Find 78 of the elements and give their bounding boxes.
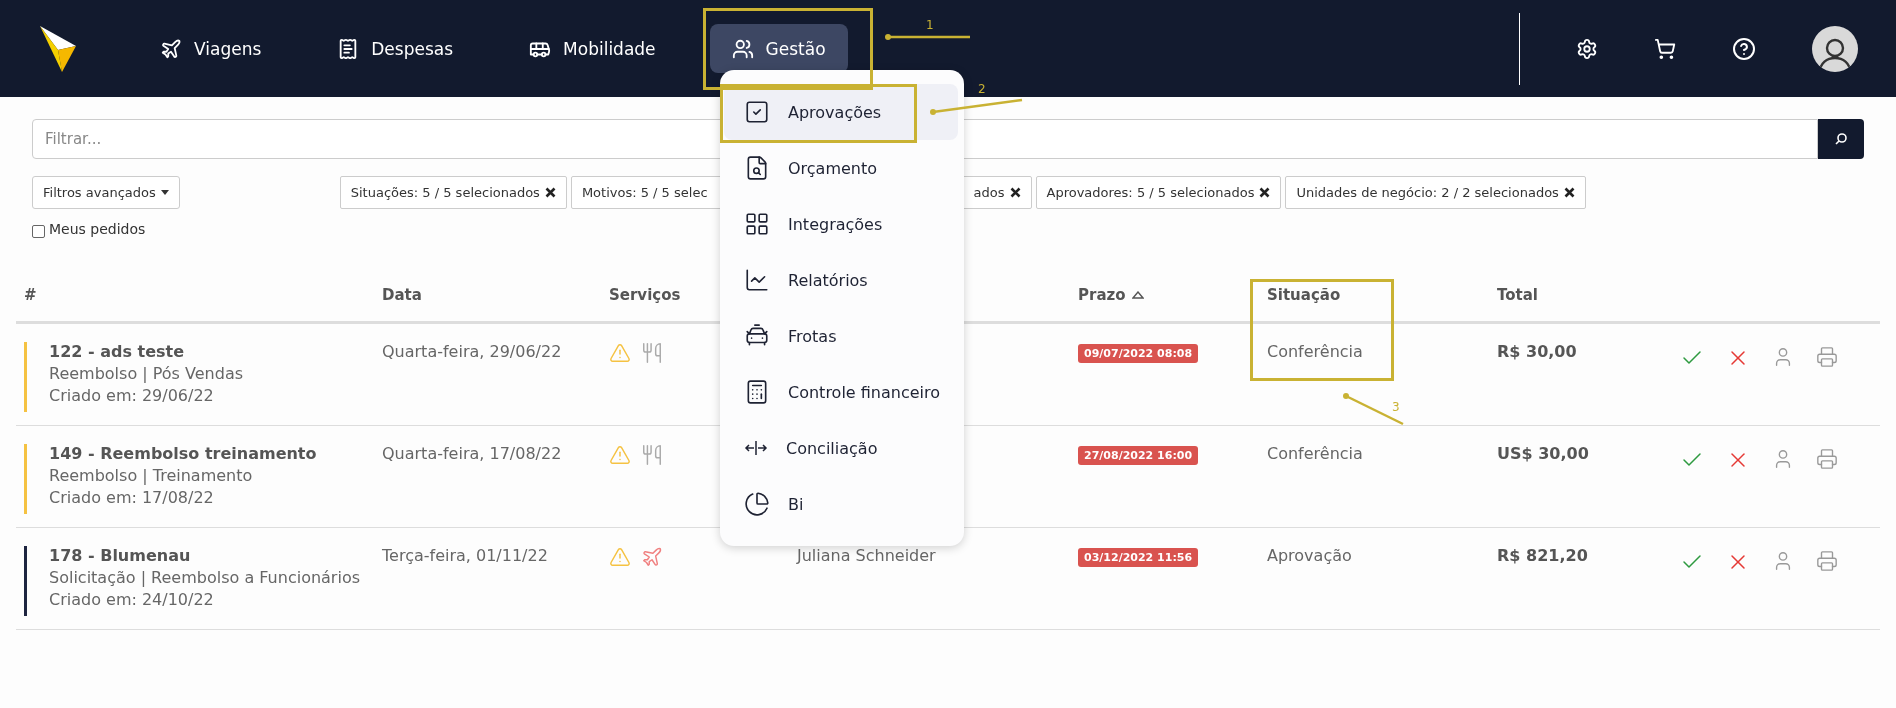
request-title: 122 - ads teste [49, 342, 186, 361]
logo-icon[interactable] [38, 23, 78, 74]
close-icon [1259, 187, 1271, 198]
warning-icon [609, 444, 631, 466]
status-cell: Conferência [1267, 444, 1363, 463]
plane-icon [160, 37, 182, 60]
column-header: Serviços [609, 285, 682, 304]
line-chart-icon [744, 267, 770, 293]
cutlery-icon [641, 444, 663, 466]
grid-icon [744, 211, 770, 237]
total-cell: R$ 30,00 [1497, 342, 1577, 361]
request-title: 178 - Blumenau [49, 546, 192, 565]
search-icon [1834, 132, 1848, 146]
deadline-badge: 09/07/2022 08:08 [1078, 344, 1199, 363]
avatar[interactable] [1812, 25, 1858, 72]
request-type: Solicitação | Reembolso a Funcionários [49, 568, 360, 587]
warning-icon [609, 342, 631, 364]
printer-icon [1816, 346, 1838, 368]
cart-icon [1654, 37, 1676, 60]
filter-chip[interactable]: Aprovadores: 5 / 5 selecionados [1035, 176, 1282, 209]
caret-icon [160, 190, 169, 195]
printer-icon [1816, 550, 1838, 572]
sort-icon[interactable] [1131, 290, 1144, 299]
checkbox-label: Meus pedidos [49, 220, 146, 237]
date-cell: Quarta-feira, 17/08/22 [382, 444, 562, 463]
total-cell: US$ 30,00 [1497, 444, 1589, 463]
close-icon [1563, 187, 1575, 198]
menu-item[interactable]: Relatórios [724, 252, 958, 308]
close-icon [544, 187, 556, 198]
search-button[interactable] [1818, 119, 1864, 159]
date-cell: Quarta-feira, 29/06/22 [382, 342, 562, 361]
cutlery-icon [641, 342, 663, 364]
plane-icon [641, 546, 663, 568]
menu-item[interactable]: Controle financeiro [724, 364, 958, 420]
total-cell: R$ 821,20 [1497, 546, 1588, 565]
print-button[interactable] [1816, 550, 1838, 572]
column-header: Data [382, 285, 423, 304]
menu-item[interactable]: Frotas [724, 308, 958, 364]
help-icon [1732, 36, 1756, 61]
created-date: Criado em: 29/06/22 [49, 386, 215, 405]
advanced-filters-button[interactable]: Filtros avançados [32, 176, 180, 209]
print-button[interactable] [1816, 448, 1838, 470]
request-title: 149 - Reembolso treinamento [49, 444, 317, 463]
close-icon [1009, 187, 1021, 198]
annotation-number: 1 [926, 18, 934, 32]
status-cell: Aprovação [1267, 546, 1352, 565]
users-icon [731, 37, 754, 60]
filter-chip[interactable]: Situações: 5 / 5 selecionados [339, 176, 567, 209]
checkbox-icon [744, 99, 770, 125]
pie-chart-icon [744, 491, 770, 517]
created-date: Criado em: 24/10/22 [49, 590, 215, 609]
printer-icon [1816, 448, 1838, 470]
created-date: Criado em: 17/08/22 [49, 488, 215, 507]
status-cell: Conferência [1267, 342, 1363, 361]
date-cell: Terça-feira, 01/11/22 [382, 546, 548, 565]
warning-icon [609, 546, 631, 568]
requester-cell: Juliana Schneider [797, 546, 936, 565]
print-button[interactable] [1816, 346, 1838, 368]
column-header: Situação [1267, 285, 1342, 304]
request-type: Reembolso | Pós Vendas [49, 364, 244, 383]
annotation-number: 2 [978, 82, 986, 96]
nav-tab[interactable]: Gestão [709, 24, 848, 73]
column-header: # [23, 285, 38, 304]
nav-tab[interactable]: Viagens [138, 24, 284, 73]
annotation-number: 3 [1392, 400, 1400, 414]
nav-tab[interactable]: Despesas [315, 24, 476, 73]
settings-icon [1576, 37, 1598, 60]
nav-tab[interactable]: Mobilidade [507, 24, 678, 73]
checkbox[interactable] [32, 225, 45, 238]
filter-chip[interactable]: Unidades de negócio: 2 / 2 selecionados [1285, 176, 1586, 209]
deadline-badge: 27/08/2022 16:00 [1078, 446, 1199, 465]
deadline-badge: 03/12/2022 11:56 [1078, 548, 1199, 567]
annotation-arrow [1343, 393, 1404, 426]
column-header[interactable]: Prazo [1078, 285, 1267, 304]
request-type: Reembolso | Treinamento [49, 466, 254, 485]
menu-item[interactable]: Conciliação [724, 420, 958, 476]
menu-item[interactable]: Bi [724, 476, 958, 532]
column-header: Total [1497, 285, 1539, 304]
